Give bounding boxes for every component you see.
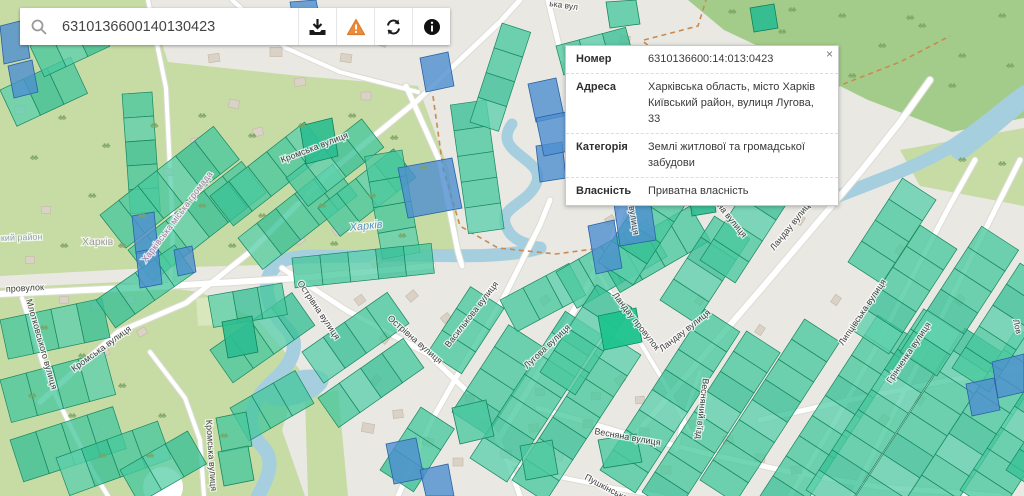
map-parcel[interactable] xyxy=(320,252,351,285)
building xyxy=(270,48,282,57)
map-parcel[interactable] xyxy=(348,249,379,282)
building xyxy=(393,409,404,418)
popup-row-address: Адреса Харківська область, місто Харків … xyxy=(566,74,838,134)
field-value: Землі житлової та громадської забудови xyxy=(648,140,828,172)
map-parcel[interactable] xyxy=(218,446,254,486)
map-parcel[interactable] xyxy=(257,283,287,319)
field-value: Харківська область, місто Харків Київськ… xyxy=(648,80,828,128)
street-label: кий район xyxy=(1,232,43,243)
building xyxy=(361,92,371,100)
popup-row-ownership: Власність Приватна власність xyxy=(566,178,838,205)
map-parcel-blue[interactable] xyxy=(420,52,454,92)
building xyxy=(453,458,463,466)
building xyxy=(59,296,69,304)
map-parcel[interactable] xyxy=(376,246,407,279)
map-parcel[interactable] xyxy=(606,0,640,28)
map-parcel-blue[interactable] xyxy=(420,464,454,496)
map-parcel-blue[interactable] xyxy=(966,378,1000,416)
map-parcel-blue[interactable] xyxy=(174,246,196,276)
map-parcel-blue[interactable] xyxy=(398,158,462,218)
building xyxy=(340,53,352,62)
building xyxy=(208,53,220,62)
map-parcel[interactable] xyxy=(222,316,258,358)
map-parcel[interactable] xyxy=(454,126,493,157)
search-icon xyxy=(20,8,58,45)
map-parcel[interactable] xyxy=(458,151,497,182)
popup-row-number: Номер 6310136600:14:013:0423 xyxy=(566,46,838,74)
building xyxy=(228,99,239,109)
info-button[interactable] xyxy=(412,8,450,45)
street-label: Харків xyxy=(82,236,114,248)
popup-row-category: Категорія Землі житлової та громадської … xyxy=(566,134,838,178)
building xyxy=(361,423,374,434)
close-icon[interactable]: × xyxy=(826,48,833,60)
download-button[interactable] xyxy=(298,8,336,45)
map-parcel[interactable] xyxy=(465,203,504,234)
building xyxy=(42,207,51,214)
field-label: Номер xyxy=(576,52,648,68)
map-canvas[interactable]: ♣♣♣♣♣♣♣♣♣♣♣♣♣♣♣♣♣♣♣♣♣♣♣♣♣♣♣♣♣♣♣♣♣♣♣♣♣♣♣♣… xyxy=(0,0,1024,496)
parcel-info-popup: × Номер 6310136600:14:013:0423 Адреса Ха… xyxy=(565,45,839,206)
building xyxy=(26,257,35,264)
field-label: Власність xyxy=(576,184,648,200)
cadastral-number-input[interactable] xyxy=(58,8,298,45)
warning-button[interactable] xyxy=(336,8,374,45)
refresh-button[interactable] xyxy=(374,8,412,45)
map-parcel[interactable] xyxy=(122,92,154,118)
map-parcel[interactable] xyxy=(125,140,157,166)
field-label: Категорія xyxy=(576,140,648,172)
search-bar xyxy=(20,8,450,45)
map-parcel[interactable] xyxy=(403,243,434,276)
cadastral-map-app: ♣♣♣♣♣♣♣♣♣♣♣♣♣♣♣♣♣♣♣♣♣♣♣♣♣♣♣♣♣♣♣♣♣♣♣♣♣♣♣♣… xyxy=(0,0,1024,496)
map-parcel[interactable] xyxy=(520,440,558,480)
field-value: Приватна власність xyxy=(648,184,828,200)
map-parcel[interactable] xyxy=(461,177,500,208)
field-label: Адреса xyxy=(576,80,648,128)
map-parcel[interactable] xyxy=(452,400,494,444)
building xyxy=(294,78,306,87)
map-parcel[interactable] xyxy=(750,4,778,32)
field-value: 6310136600:14:013:0423 xyxy=(648,52,828,68)
street-label: провулок xyxy=(6,282,45,294)
